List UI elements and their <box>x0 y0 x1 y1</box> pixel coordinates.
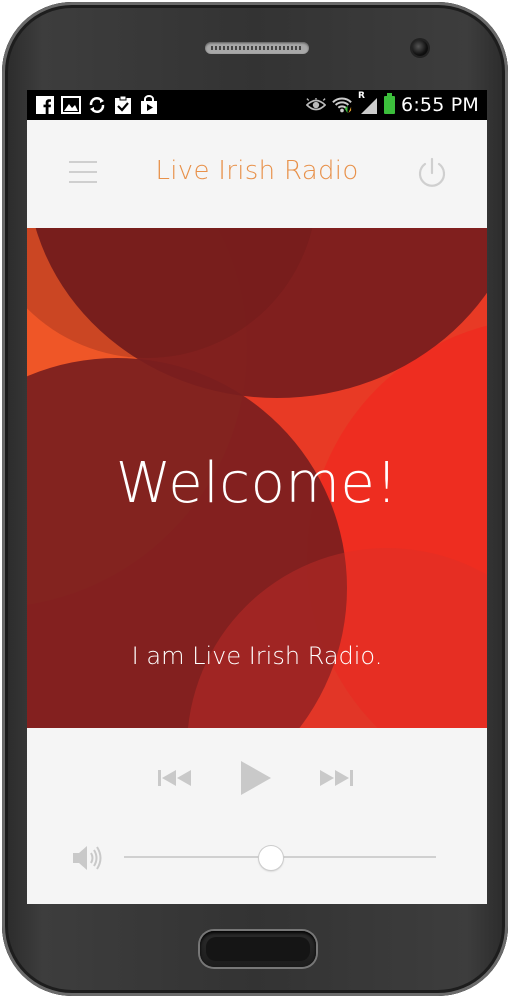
screen: R 6:55 PM Live Irish Radio Welcome! I am… <box>27 90 487 904</box>
notification-icons <box>27 95 159 115</box>
battery-icon <box>384 93 396 114</box>
sync-icon <box>87 95 107 115</box>
app-header: Live Irish Radio <box>27 120 487 228</box>
play-store-icon <box>139 95 159 115</box>
welcome-subheading: I am Live Irish Radio. <box>131 642 383 670</box>
welcome-banner: Welcome! I am Live Irish Radio. <box>27 228 487 728</box>
front-camera <box>412 40 428 56</box>
volume-slider-thumb[interactable] <box>258 846 283 870</box>
player-controls <box>27 728 487 904</box>
wifi-icon <box>332 95 352 115</box>
status-time: 6:55 PM <box>401 94 479 116</box>
skip-previous-icon[interactable] <box>158 768 194 788</box>
gallery-icon <box>61 95 81 115</box>
earpiece-speaker <box>205 42 309 54</box>
skip-next-icon[interactable] <box>317 768 353 788</box>
clipboard-check-icon <box>113 95 133 115</box>
system-icons: R 6:55 PM <box>306 91 487 116</box>
signal-icon: R <box>358 91 378 115</box>
phone-frame: R 6:55 PM Live Irish Radio Welcome! I am… <box>2 2 508 996</box>
play-icon[interactable] <box>237 760 273 796</box>
home-button[interactable] <box>200 931 316 967</box>
welcome-heading: Welcome! <box>115 451 399 516</box>
facebook-icon <box>35 95 55 115</box>
volume-icon[interactable] <box>71 844 103 872</box>
status-bar: R 6:55 PM <box>27 90 487 120</box>
roaming-indicator: R <box>358 91 365 101</box>
eye-icon <box>306 95 327 115</box>
power-icon[interactable] <box>415 156 449 190</box>
